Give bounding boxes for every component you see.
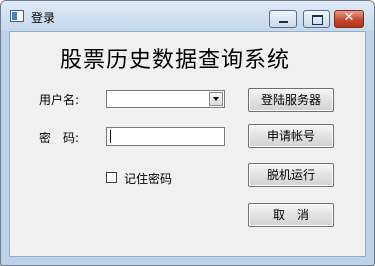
remember-password-checkbox[interactable]	[106, 172, 117, 183]
password-field[interactable]	[106, 127, 225, 146]
minimize-button[interactable]	[269, 10, 297, 28]
cancel-button[interactable]: 取 消	[248, 203, 334, 227]
title-bar[interactable]: 登录 ✕	[1, 1, 374, 31]
chevron-down-icon[interactable]	[209, 92, 223, 106]
dialog-body: 股票历史数据查询系统 用户名: 密 码: 记住密码 登陆服务器 申请帐号 脱机运…	[9, 31, 366, 257]
remember-password-label[interactable]: 记住密码	[124, 170, 172, 187]
offline-run-button[interactable]: 脱机运行	[248, 163, 334, 187]
apply-account-button[interactable]: 申请帐号	[248, 124, 334, 148]
close-button[interactable]: ✕	[334, 10, 364, 28]
text-caret	[110, 130, 111, 143]
system-title: 股票历史数据查询系统	[60, 48, 291, 73]
password-label: 密 码:	[39, 131, 80, 145]
app-window-icon	[10, 10, 24, 22]
maximize-button[interactable]	[303, 10, 330, 28]
maximize-icon	[312, 15, 323, 25]
minimize-icon	[279, 21, 288, 23]
window-title: 登录	[31, 11, 56, 25]
close-icon: ✕	[343, 10, 355, 25]
login-server-button[interactable]: 登陆服务器	[248, 88, 334, 112]
login-window: 登录 ✕ 股票历史数据查询系统 用户名: 密 码: 记住密码 登陆服务器 申请帐…	[0, 0, 375, 266]
username-label: 用户名:	[39, 93, 80, 107]
username-combobox[interactable]	[106, 90, 225, 108]
